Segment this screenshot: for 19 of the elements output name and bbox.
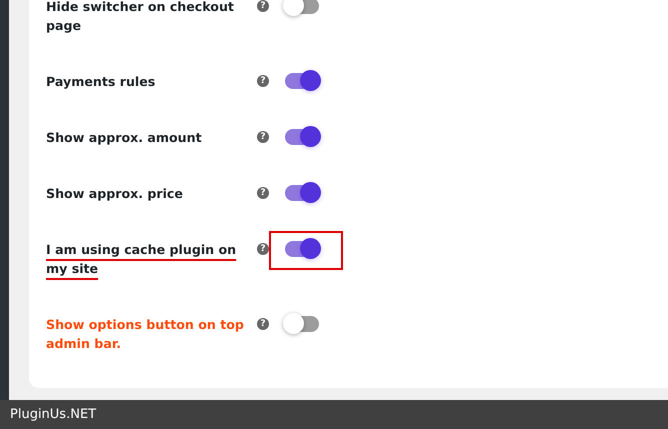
help-icon[interactable]: ? — [257, 187, 269, 199]
toggle-switch[interactable] — [283, 128, 319, 146]
toggle-switch[interactable] — [283, 0, 319, 15]
setting-label: Show options button on top admin bar. — [46, 316, 245, 353]
help-icon[interactable]: ? — [257, 243, 269, 255]
setting-label: Payments rules — [46, 73, 156, 91]
setting-label: Show approx. amount — [46, 129, 203, 147]
help-icon[interactable]: ? — [257, 318, 269, 330]
toggle-switch[interactable] — [283, 240, 319, 258]
toggle-switch[interactable] — [283, 315, 319, 333]
toggle-switch[interactable] — [283, 184, 319, 202]
footer-label: PluginUs.NET — [0, 400, 668, 429]
setting-label: Show approx. price — [46, 185, 184, 203]
toggle-switch[interactable] — [283, 72, 319, 90]
help-icon[interactable]: ? — [257, 0, 269, 12]
help-icon[interactable]: ? — [257, 75, 269, 87]
setting-label: I am using cache plugin on my site — [46, 241, 238, 278]
help-icon[interactable]: ? — [257, 131, 269, 143]
setting-label: Hide switcher on checkout page — [46, 0, 235, 35]
